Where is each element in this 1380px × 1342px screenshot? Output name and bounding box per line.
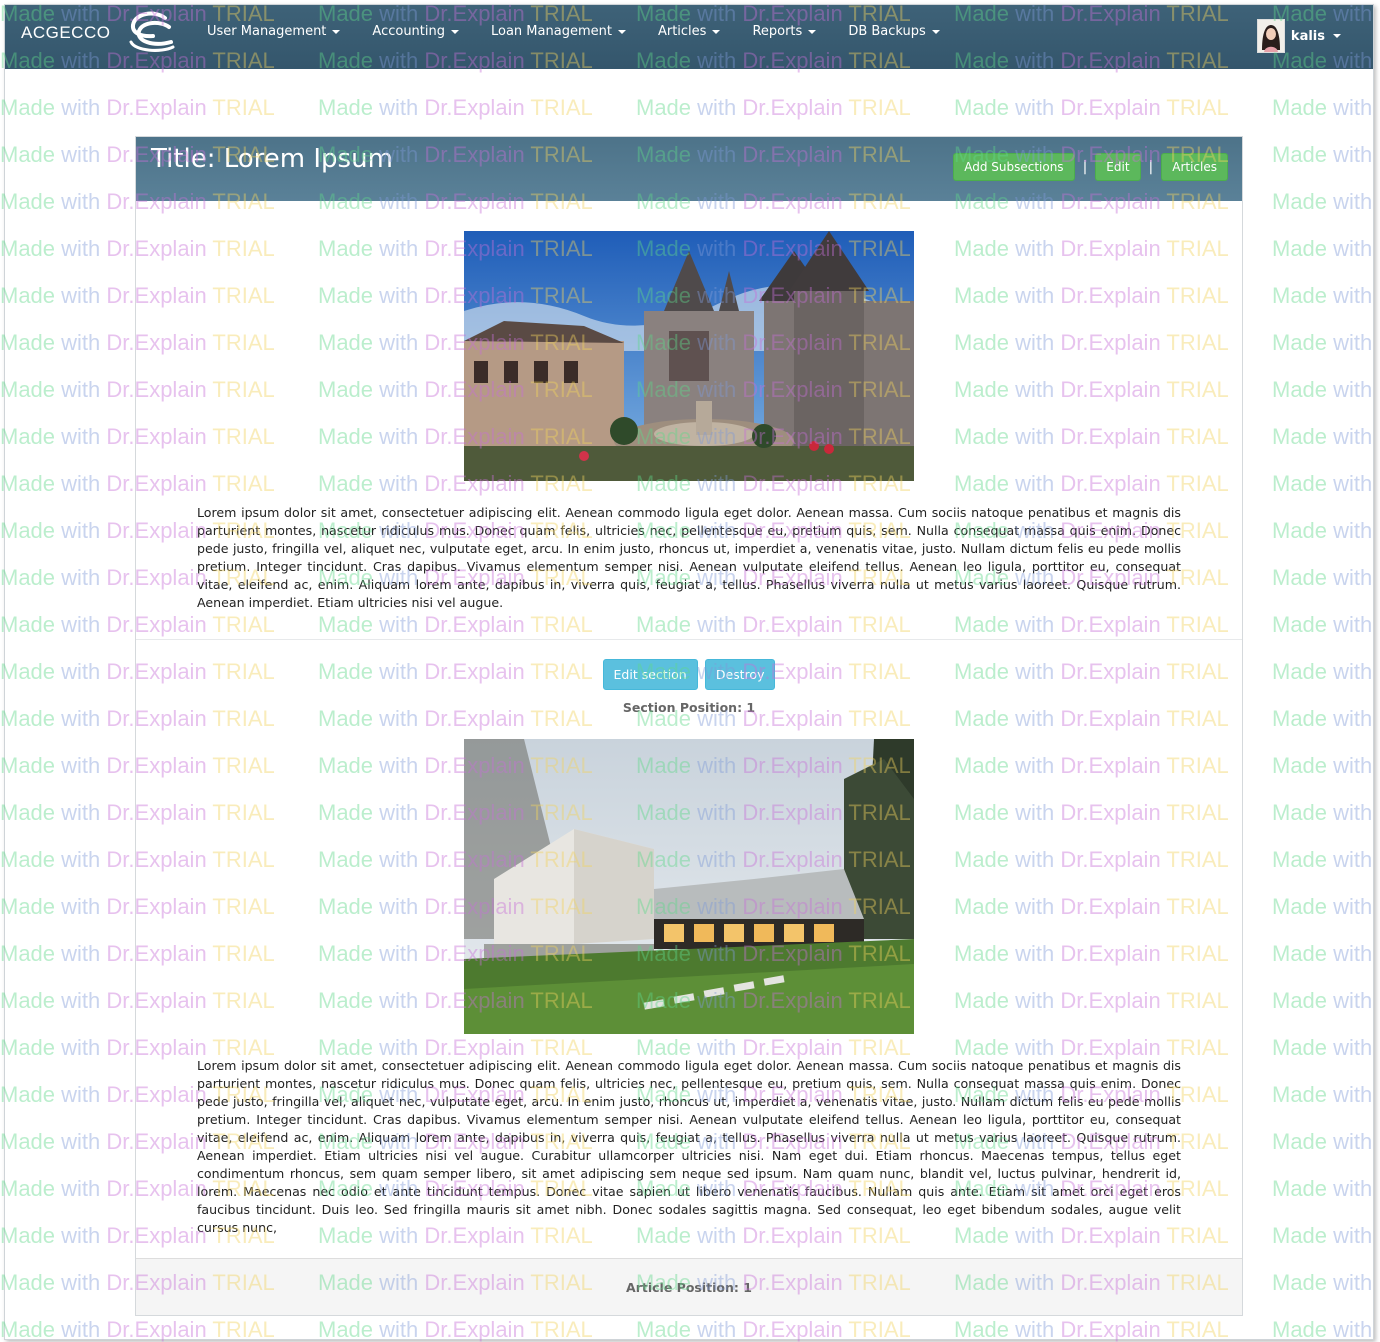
separator: |: [1148, 159, 1154, 175]
section-actions: Edit section Destroy: [136, 659, 1242, 690]
modern-building-photo-icon: [464, 739, 914, 1034]
article-position: Article Position: 1: [626, 1280, 752, 1295]
avatar: [1256, 19, 1285, 53]
article-header: Title: Lorem Ipsum Add Subsections | Edi…: [136, 137, 1242, 201]
menu-reports[interactable]: Reports: [736, 5, 832, 61]
castle-village-photo-icon: [464, 231, 914, 481]
article-title: Title: Lorem Ipsum: [151, 144, 393, 174]
article-panel: Title: Lorem Ipsum Add Subsections | Edi…: [135, 136, 1243, 1316]
section-2-image: [464, 739, 914, 1034]
section-1-text: Lorem ipsum dolor sit amet, consectetuer…: [197, 505, 1181, 610]
edit-section-button[interactable]: Edit section: [602, 659, 698, 690]
caret-down-icon: [1333, 34, 1341, 38]
section-position: Section Position: 1: [622, 700, 756, 715]
caret-down-icon: [808, 29, 817, 34]
separator: |: [1082, 159, 1088, 175]
menu-db-backups[interactable]: DB Backups: [832, 5, 956, 61]
brand-logo-icon[interactable]: [125, 9, 177, 53]
menu-user-management[interactable]: User Management: [191, 5, 356, 61]
caret-down-icon: [712, 29, 721, 34]
edit-article-button[interactable]: Edit: [1095, 153, 1141, 181]
user-menu[interactable]: kalis: [1256, 19, 1341, 53]
menu-accounting[interactable]: Accounting: [356, 5, 475, 61]
user-name: kalis: [1290, 28, 1325, 44]
main-menu: User Management Accounting Loan Manageme…: [191, 5, 956, 61]
menu-label: Loan Management: [491, 24, 612, 39]
menu-articles[interactable]: Articles: [642, 5, 736, 61]
article-actions: Add Subsections | Edit | Articles: [953, 153, 1228, 181]
app-window: ACGECCO User Management Accounting Loan …: [4, 4, 1374, 1340]
caret-down-icon: [617, 29, 626, 34]
menu-label: Accounting: [372, 24, 445, 39]
section-divider: [136, 639, 1242, 640]
destroy-section-button[interactable]: Destroy: [704, 659, 776, 690]
section-1-image: [464, 231, 914, 481]
top-navbar: ACGECCO User Management Accounting Loan …: [5, 5, 1373, 69]
menu-label: User Management: [207, 24, 327, 39]
caret-down-icon: [451, 29, 459, 34]
menu-label: Reports: [752, 24, 803, 39]
menu-label: Articles: [657, 24, 707, 39]
section-2-text: Lorem ipsum dolor sit amet, consectetuer…: [197, 1058, 1181, 1235]
article-footer: Article Position: 1: [136, 1258, 1242, 1315]
brand-name[interactable]: ACGECCO: [21, 23, 110, 43]
caret-down-icon: [931, 29, 940, 34]
user-avatar-icon: [1257, 20, 1284, 52]
menu-loan-management[interactable]: Loan Management: [475, 5, 642, 61]
articles-button[interactable]: Articles: [1161, 153, 1228, 181]
add-subsections-button[interactable]: Add Subsections: [953, 153, 1075, 181]
caret-down-icon: [332, 29, 341, 34]
menu-label: DB Backups: [848, 24, 926, 39]
